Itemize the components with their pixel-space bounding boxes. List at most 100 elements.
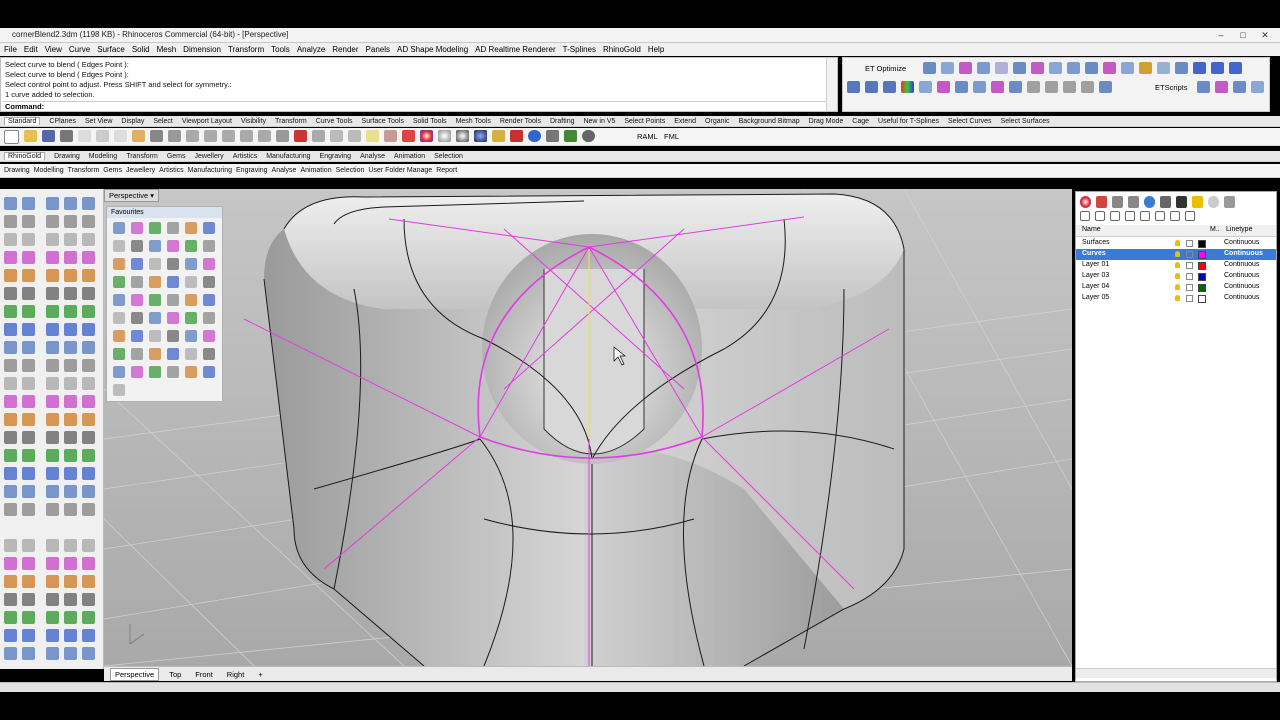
tool-icon[interactable] bbox=[22, 539, 35, 552]
zoom-extents-icon[interactable] bbox=[240, 130, 253, 142]
tab-select-points[interactable]: Select Points bbox=[624, 118, 665, 125]
tool-icon[interactable] bbox=[4, 413, 17, 426]
grid-icon[interactable] bbox=[847, 81, 860, 93]
tool-icon[interactable] bbox=[4, 557, 17, 570]
minimize-icon[interactable]: – bbox=[1210, 28, 1232, 42]
et-tool-icon[interactable] bbox=[977, 62, 990, 74]
tab-cage[interactable]: Cage bbox=[852, 118, 869, 125]
tab-select-surfaces[interactable]: Select Surfaces bbox=[1001, 118, 1050, 125]
rg-menu-jewellery[interactable]: Jewellery bbox=[126, 167, 155, 174]
et-tool-icon[interactable] bbox=[919, 81, 932, 93]
tool-icon[interactable] bbox=[64, 377, 77, 390]
grid-icon[interactable] bbox=[865, 81, 878, 93]
et-tool-icon[interactable] bbox=[1013, 62, 1026, 74]
tab-extend[interactable]: Extend bbox=[674, 118, 696, 125]
fml-label[interactable]: FML bbox=[664, 132, 679, 141]
et-tool-icon[interactable] bbox=[1103, 62, 1116, 74]
tool-icon[interactable] bbox=[46, 557, 59, 570]
favourite-tool-icon[interactable] bbox=[167, 366, 179, 378]
et-tool-icon[interactable] bbox=[1175, 62, 1188, 74]
tool-icon[interactable] bbox=[64, 449, 77, 462]
tool-icon[interactable] bbox=[82, 395, 95, 408]
layer-color-swatch[interactable] bbox=[1198, 240, 1206, 248]
tool-icon[interactable] bbox=[64, 647, 77, 660]
tool-icon[interactable] bbox=[22, 611, 35, 624]
tab-drafting[interactable]: Drafting bbox=[550, 118, 575, 125]
named-views-tab-icon[interactable] bbox=[1128, 196, 1139, 208]
tool-icon[interactable] bbox=[82, 449, 95, 462]
favourite-tool-icon[interactable] bbox=[185, 294, 197, 306]
raml-label[interactable]: RAML bbox=[637, 132, 658, 141]
tool-icon[interactable] bbox=[4, 341, 17, 354]
help-icon[interactable] bbox=[528, 130, 541, 142]
tool-icon[interactable] bbox=[82, 197, 95, 210]
save-icon[interactable] bbox=[42, 130, 55, 142]
zoom-selected-icon[interactable] bbox=[258, 130, 271, 142]
tool-icon[interactable] bbox=[82, 359, 95, 372]
tool-icon[interactable] bbox=[82, 647, 95, 660]
green-square-icon[interactable] bbox=[564, 130, 577, 142]
favourite-tool-icon[interactable] bbox=[113, 240, 125, 252]
add-viewport-tab-icon[interactable]: + bbox=[254, 669, 266, 680]
tool-icon[interactable] bbox=[22, 323, 35, 336]
et-tool-icon[interactable] bbox=[1139, 62, 1152, 74]
four-viewports-icon[interactable] bbox=[276, 130, 289, 142]
color-wheel-icon[interactable] bbox=[420, 130, 433, 142]
favourite-tool-icon[interactable] bbox=[149, 294, 161, 306]
et-tool-icon[interactable] bbox=[973, 81, 986, 93]
et-tool-icon[interactable] bbox=[1067, 62, 1080, 74]
layer-row[interactable]: Curves Continuous bbox=[1076, 249, 1276, 260]
menu-rhinogold[interactable]: RhinoGold bbox=[603, 45, 641, 54]
tool-icon[interactable] bbox=[64, 323, 77, 336]
tool-icon[interactable] bbox=[4, 305, 17, 318]
tool-icon[interactable] bbox=[46, 233, 59, 246]
help-tab-icon[interactable] bbox=[1208, 196, 1219, 208]
left-tool-icons[interactable] bbox=[0, 189, 103, 669]
layers-scrollbar[interactable] bbox=[1076, 668, 1276, 678]
tool-icon[interactable] bbox=[4, 197, 17, 210]
tool-icon[interactable] bbox=[22, 305, 35, 318]
tool-icon[interactable] bbox=[4, 377, 17, 390]
cursor-icon[interactable] bbox=[546, 130, 559, 142]
et-tool-icon[interactable] bbox=[955, 81, 968, 93]
tool-icon[interactable] bbox=[46, 503, 59, 516]
tool-icon[interactable] bbox=[64, 539, 77, 552]
layer-color-swatch[interactable] bbox=[1198, 262, 1206, 270]
tool-icon[interactable] bbox=[4, 215, 17, 228]
tool-icon[interactable] bbox=[22, 359, 35, 372]
tool-icon[interactable] bbox=[4, 539, 17, 552]
tool-icon[interactable] bbox=[46, 377, 59, 390]
menu-curve[interactable]: Curve bbox=[69, 45, 90, 54]
et-tool-icon[interactable] bbox=[959, 62, 972, 74]
tool-icon[interactable] bbox=[22, 503, 35, 516]
layer-visible-icon[interactable] bbox=[1175, 240, 1180, 246]
rg-menu-artistics[interactable]: Artistics bbox=[159, 167, 184, 174]
tool-icon[interactable] bbox=[22, 467, 35, 480]
favourite-tool-icon[interactable] bbox=[113, 222, 125, 234]
tool-icon[interactable] bbox=[82, 215, 95, 228]
tool-icon[interactable] bbox=[22, 341, 35, 354]
tool-icon[interactable] bbox=[64, 593, 77, 606]
cplane-icon[interactable] bbox=[294, 130, 307, 142]
tab-set-view[interactable]: Set View bbox=[85, 118, 113, 125]
tab-selection[interactable]: Selection bbox=[434, 153, 463, 160]
layer-lock-icon[interactable] bbox=[1186, 284, 1193, 291]
favourite-tool-icon[interactable] bbox=[131, 222, 143, 234]
tab-useful-for-t-splines[interactable]: Useful for T-Splines bbox=[878, 118, 939, 125]
favourite-tool-icon[interactable] bbox=[149, 330, 161, 342]
tool-icon[interactable] bbox=[4, 467, 17, 480]
tools-icon[interactable] bbox=[492, 130, 505, 142]
tool-icon[interactable] bbox=[22, 287, 35, 300]
favourite-tool-icon[interactable] bbox=[167, 222, 179, 234]
favourite-tool-icon[interactable] bbox=[167, 240, 179, 252]
light-bulb-icon[interactable] bbox=[366, 130, 379, 142]
move-down-icon[interactable] bbox=[1125, 211, 1135, 221]
et-tool-icon[interactable] bbox=[1081, 81, 1094, 93]
rg-menu-animation[interactable]: Animation bbox=[300, 167, 331, 174]
tool-icon[interactable] bbox=[46, 341, 59, 354]
viewport-tab-perspective[interactable]: Perspective bbox=[110, 667, 160, 681]
et-optimize-label[interactable]: ET Optimize bbox=[865, 64, 906, 73]
layer-color-swatch[interactable] bbox=[1198, 295, 1206, 303]
help-icon[interactable] bbox=[1185, 211, 1195, 221]
delete-layer-icon[interactable] bbox=[1140, 211, 1150, 221]
